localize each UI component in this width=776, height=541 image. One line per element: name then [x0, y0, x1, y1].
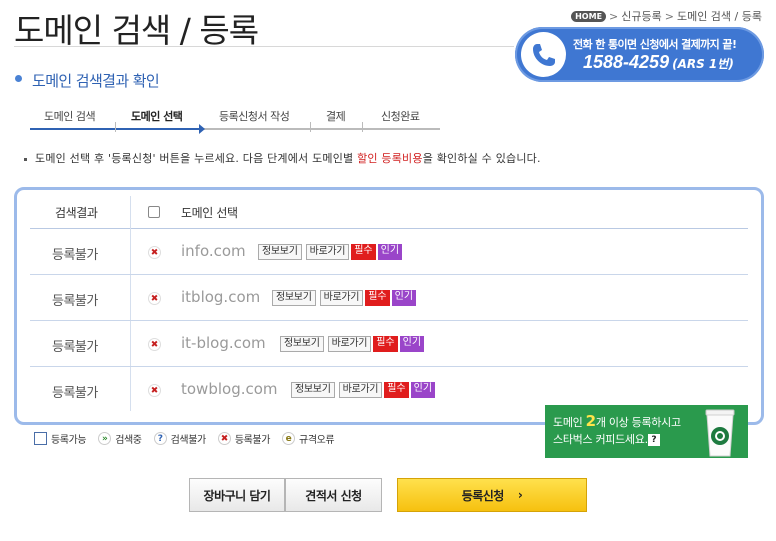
info-button[interactable]: 정보보기	[291, 382, 335, 398]
phone-ars-note: (ARS 1번)	[672, 57, 734, 71]
breadcrumb-separator: >	[609, 9, 619, 23]
square-bullet-icon	[24, 157, 27, 161]
legend-available: 등록가능	[34, 431, 87, 446]
promo-line1-b: 개 이상 등록하시고	[595, 416, 681, 429]
legend-label: 등록불가	[234, 435, 271, 446]
legend-searching: » 검색중	[98, 431, 142, 446]
row-actions: 정보보기 바로가기 필수 인기	[258, 244, 403, 260]
home-link[interactable]: HOME	[571, 10, 607, 22]
coffee-cup-icon	[705, 409, 735, 457]
breadcrumb: HOME > 신규등록 > 도메인 검색 / 등록	[571, 8, 762, 24]
promo-line1-a: 도메인	[553, 416, 586, 429]
goto-button[interactable]: 바로가기	[319, 290, 364, 306]
phone-icon	[521, 32, 566, 77]
column-header-status: 검색결과	[55, 206, 98, 220]
format-error-icon: e	[282, 432, 296, 445]
table-row: 등록불가 ✖ info.com 정보보기 바로가기 필수 인기	[30, 229, 748, 275]
table-row: 등록불가 ✖ it-blog.com 정보보기 바로가기 필수 인기	[30, 321, 748, 367]
instruction-text: 도메인 선택 후 '등록신청' 버튼을 누르세요. 다음 단계에서 도메인별 할…	[24, 150, 541, 166]
step-divider	[115, 122, 116, 132]
promo-text: 도메인 2개 이상 등록하시고 스타벅스 커피드세요.?	[553, 413, 681, 448]
step-domain-search: 도메인 검색	[44, 110, 96, 123]
popular-badge: 인기	[377, 244, 403, 260]
step-divider	[310, 122, 311, 132]
required-badge: 필수	[365, 290, 390, 306]
step-complete: 신청완료	[381, 110, 420, 123]
step-domain-select: 도메인 선택	[131, 110, 183, 123]
unavailable-icon: ✖	[148, 292, 161, 305]
chevron-right-icon: ›	[517, 488, 523, 502]
required-badge: 필수	[373, 336, 398, 352]
page-title: 도메인 검색 / 등록	[14, 11, 259, 50]
info-button[interactable]: 정보보기	[258, 244, 302, 260]
breadcrumb-item-domain-search: 도메인 검색 / 등록	[676, 10, 762, 23]
goto-button[interactable]: 바로가기	[338, 382, 383, 398]
step-application-form: 등록신청서 작성	[219, 110, 290, 123]
add-to-cart-button[interactable]: 장바구니 담기	[189, 478, 285, 512]
bullet-icon	[15, 75, 22, 82]
title-divider	[14, 46, 514, 47]
required-badge: 필수	[384, 382, 409, 398]
status-legend: 등록가능 » 검색중 ? 검색불가 ✖ 등록불가 e 규격오류	[34, 431, 346, 446]
promo-count: 2	[585, 412, 596, 430]
info-button[interactable]: 정보보기	[272, 290, 316, 306]
legend-label: 검색불가	[170, 435, 207, 446]
promo-line2: 스타벅스 커피드세요.	[553, 433, 648, 446]
select-all-checkbox[interactable]	[148, 206, 160, 218]
row-domain: towblog.com	[181, 380, 278, 398]
row-status: 등록불가	[52, 340, 98, 355]
phone-banner-tagline: 전화 한 통이면 신청에서 결제까지 끝!	[573, 38, 737, 51]
searching-icon: »	[98, 432, 112, 445]
info-button[interactable]: 정보보기	[280, 336, 324, 352]
row-domain: it-blog.com	[181, 334, 266, 352]
unavailable-icon: ✖	[148, 338, 161, 351]
unavailable-icon: ✖	[148, 384, 161, 397]
available-icon	[34, 432, 47, 445]
popular-badge: 인기	[399, 336, 425, 352]
goto-button[interactable]: 바로가기	[305, 244, 350, 260]
instruction-highlight: 할인 등록비용	[357, 152, 423, 165]
breadcrumb-separator: >	[664, 9, 674, 23]
legend-unavailable: ✖ 등록불가	[217, 431, 271, 446]
row-domain: info.com	[181, 242, 246, 260]
legend-label: 규격오류	[299, 435, 335, 446]
legend-search-failed: ? 검색불가	[153, 431, 207, 446]
legend-format-error: e 규격오류	[282, 431, 335, 446]
row-domain: itblog.com	[181, 288, 261, 306]
unavailable-icon: ✖	[217, 432, 231, 445]
row-actions: 정보보기 바로가기 필수 인기	[291, 382, 436, 398]
required-badge: 필수	[351, 244, 376, 260]
row-status: 등록불가	[52, 248, 98, 263]
register-button[interactable]: 등록신청 ›	[397, 478, 587, 512]
phone-number-value: 1588-4259	[583, 52, 670, 72]
section-heading: 도메인 검색결과 확인	[32, 72, 160, 90]
step-arrow-icon	[199, 124, 205, 134]
goto-button[interactable]: 바로가기	[327, 336, 372, 352]
unavailable-icon: ✖	[148, 246, 161, 259]
column-header-domain: 도메인 선택	[181, 206, 238, 220]
request-quote-button[interactable]: 견적서 신청	[285, 478, 382, 512]
register-button-label: 등록신청	[461, 488, 505, 503]
popular-badge: 인기	[391, 290, 417, 306]
legend-label: 등록가능	[51, 435, 87, 446]
instruction-part2: 을 확인하실 수 있습니다.	[422, 152, 541, 165]
breadcrumb-item-new-registration[interactable]: 신규등록	[621, 8, 661, 24]
promo-help-icon[interactable]: ?	[647, 434, 660, 446]
table-row: 등록불가 ✖ itblog.com 정보보기 바로가기 필수 인기	[30, 275, 748, 321]
step-payment: 결제	[326, 110, 346, 123]
question-icon: ?	[153, 432, 167, 445]
row-status: 등록불가	[52, 294, 98, 309]
popular-badge: 인기	[410, 382, 436, 398]
step-divider	[362, 122, 363, 132]
phone-number: 1588-4259 (ARS 1번)	[583, 52, 734, 73]
row-status: 등록불가	[52, 386, 98, 401]
row-actions: 정보보기 바로가기 필수 인기	[280, 336, 425, 352]
legend-label: 검색중	[115, 435, 142, 446]
row-actions: 정보보기 바로가기 필수 인기	[272, 290, 417, 306]
instruction-part1: 도메인 선택 후 '등록신청' 버튼을 누르세요. 다음 단계에서 도메인별	[35, 152, 358, 165]
